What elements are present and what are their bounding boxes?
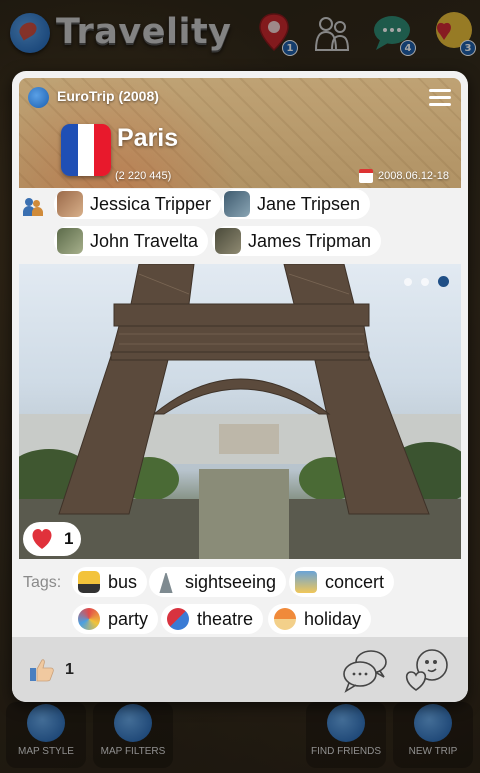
tags-label: Tags: xyxy=(23,574,62,591)
traveller-name: Jessica Tripper xyxy=(90,193,212,214)
trip-dates: 2008.06.12-18 xyxy=(378,170,449,182)
trip-globe-icon xyxy=(28,87,49,108)
tag-theatre[interactable]: theatre xyxy=(161,604,264,634)
beach-icon xyxy=(274,608,296,630)
trip-name: EuroTrip (2008) xyxy=(57,88,159,104)
card-footer: 1 xyxy=(12,637,468,702)
travellers-icon xyxy=(23,195,43,216)
france-flag-icon xyxy=(61,124,111,176)
thumbs-up-icon[interactable] xyxy=(29,657,55,683)
traveller-name: John Travelta xyxy=(90,230,199,251)
comments-icon[interactable] xyxy=(340,646,390,694)
pager-dot[interactable] xyxy=(404,277,412,286)
tag-holiday[interactable]: holiday xyxy=(268,604,372,634)
traveller-chip-james[interactable]: James Tripman xyxy=(212,226,382,256)
pager-dot[interactable] xyxy=(421,277,429,286)
party-icon xyxy=(78,608,100,630)
city-name: Paris xyxy=(117,124,179,152)
trip-card: EuroTrip (2008) Paris (2 220 445) 2008.0… xyxy=(12,71,468,702)
tag-label: party xyxy=(108,608,149,629)
traveller-name: James Tripman xyxy=(248,230,372,251)
avatar xyxy=(57,191,83,217)
tag-party[interactable]: party xyxy=(72,604,159,634)
tag-sightseeing[interactable]: sightseeing xyxy=(149,567,287,597)
tag-label: concert xyxy=(325,571,385,592)
bus-icon xyxy=(78,571,100,593)
photo-pager[interactable] xyxy=(404,276,449,287)
calendar-icon xyxy=(359,169,373,183)
love-react-icon[interactable] xyxy=(402,646,452,694)
trip-photo[interactable]: 1 xyxy=(19,264,461,559)
pager-dot-active[interactable] xyxy=(438,276,449,287)
tag-label: sightseeing xyxy=(185,571,277,592)
theatre-masks-icon xyxy=(167,608,189,630)
traveller-name: Jane Tripsen xyxy=(257,193,361,214)
tag-label: bus xyxy=(108,571,138,592)
avatar xyxy=(224,191,250,217)
tag-label: theatre xyxy=(197,608,254,629)
avatar xyxy=(215,228,241,254)
photo-like-button[interactable]: 1 xyxy=(23,522,81,556)
city-population: (2 220 445) xyxy=(115,170,172,182)
tag-concert[interactable]: concert xyxy=(289,567,395,597)
footer-like-count: 1 xyxy=(65,661,74,678)
traveller-chip-jane[interactable]: Jane Tripsen xyxy=(221,189,371,219)
tag-bus[interactable]: bus xyxy=(72,567,148,597)
heart-icon xyxy=(32,529,52,549)
eiffel-tower-photo xyxy=(19,264,461,559)
photo-like-count: 1 xyxy=(64,529,74,548)
traveller-chip-john[interactable]: John Travelta xyxy=(54,226,209,256)
tag-label: holiday xyxy=(304,608,362,629)
avatar xyxy=(57,228,83,254)
concert-icon xyxy=(295,571,317,593)
traveller-chip-jessica[interactable]: Jessica Tripper xyxy=(54,189,222,219)
tower-icon xyxy=(159,571,173,593)
menu-icon[interactable] xyxy=(429,89,451,107)
